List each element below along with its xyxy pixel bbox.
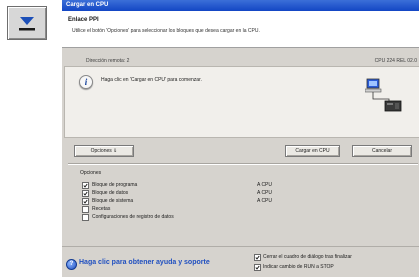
option-checkbox[interactable]	[82, 214, 89, 221]
option-label: Bloque de programa	[92, 182, 138, 188]
status-panel: i Haga clic en 'Cargar en CPU' para come…	[64, 66, 419, 138]
help-icon[interactable]: ?	[66, 259, 77, 270]
option-label: Configuraciones de registro de datos	[92, 214, 174, 220]
option-checkbox[interactable]	[82, 182, 89, 189]
cpu-type: CPU 224 REL 02.0	[374, 58, 417, 64]
dialog-header: Enlace PPI Utilice el botón 'Opciones' p…	[62, 11, 419, 48]
help-link[interactable]: Haga clic para obtener ayuda y soporte	[79, 259, 210, 266]
options-group-label: Opciones	[80, 170, 102, 176]
cancel-button[interactable]: Cancelar	[352, 145, 412, 157]
option-label: Recetas	[92, 206, 111, 212]
download-icon	[17, 13, 37, 33]
option-checkbox[interactable]	[82, 198, 89, 205]
close-dialog-label: Cerrar el cuadro de diálogo tras finaliz…	[263, 254, 352, 260]
close-dialog-checkbox[interactable]	[254, 254, 261, 261]
option-label: Bloque de sistema	[92, 198, 134, 204]
run-stop-checkbox[interactable]	[254, 264, 261, 271]
status-message: Haga clic en 'Cargar en CPU' para comenz…	[101, 77, 202, 83]
upload-dialog: Cargar en CPU Enlace PPI Utilice el botó…	[62, 0, 419, 277]
upload-to-cpu-button[interactable]: Cargar en CPU	[285, 145, 340, 157]
dialog-footer: ? Haga clic para obtener ayuda y soporte…	[62, 246, 419, 277]
option-checkbox[interactable]	[82, 190, 89, 197]
option-target: A CPU	[257, 190, 273, 196]
dialog-title: Cargar en CPU	[66, 2, 109, 8]
info-icon: i	[79, 75, 93, 89]
connection-title: Enlace PPI	[68, 17, 99, 23]
options-button[interactable]: Opciones ⇓	[74, 145, 134, 157]
option-target: A CPU	[257, 182, 273, 188]
header-description: Utilice el botón 'Opciones' para selecci…	[72, 28, 260, 34]
remote-address: Dirección remota: 2	[86, 58, 130, 64]
option-label: Bloque de datos	[92, 190, 129, 196]
run-stop-label: Indicar cambio de RUN a STOP	[263, 264, 334, 270]
checkmark-icon	[255, 265, 260, 270]
checkmark-icon	[83, 183, 88, 188]
checkmark-icon	[83, 199, 88, 204]
dialog-titlebar[interactable]: Cargar en CPU	[62, 0, 419, 11]
pc-to-plc-icon	[365, 78, 402, 112]
checkmark-icon	[83, 191, 88, 196]
divider	[68, 163, 418, 165]
option-checkbox[interactable]	[82, 206, 89, 213]
download-toolbar-button[interactable]	[7, 6, 47, 40]
option-target: A CPU	[257, 198, 273, 204]
checkmark-icon	[255, 255, 260, 260]
